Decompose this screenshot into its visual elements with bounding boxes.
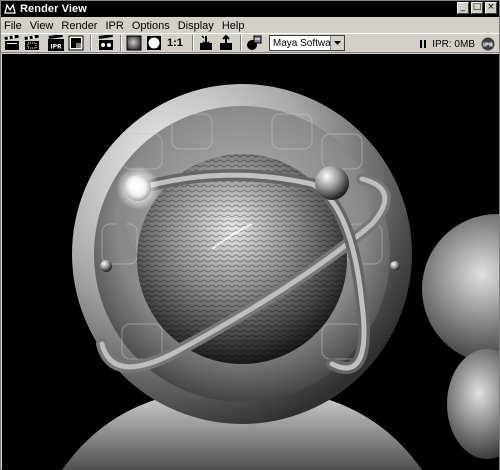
ipr-badge-label: IPR: [483, 42, 494, 48]
globals-icon: [246, 35, 262, 50]
ipr-status-area: IPR: 0MB IPR: [420, 35, 495, 53]
render-settings-button[interactable]: [97, 34, 115, 52]
toolbar-separator: [191, 35, 194, 51]
close-button[interactable]: ×: [485, 2, 497, 14]
ipr-icon-label: IPR: [50, 44, 62, 51]
menu-ipr[interactable]: IPR: [101, 20, 127, 32]
render-toolbar: IPR 1:1 Maya Software IPR: 0MB IPR: [1, 33, 499, 53]
menu-view[interactable]: View: [26, 20, 58, 32]
ipr-render-button[interactable]: IPR: [47, 34, 65, 52]
menu-bar: File View Render IPR Options Display Hel…: [1, 18, 499, 33]
rgb-channel-button[interactable]: [125, 34, 143, 52]
window-title: Render View: [20, 3, 87, 15]
maximize-button[interactable]: □: [471, 2, 483, 14]
ipr-icon: IPR: [48, 35, 64, 51]
chevron-down-icon[interactable]: [329, 36, 344, 50]
menu-file[interactable]: File: [1, 20, 26, 32]
ipr-memory-readout: IPR: 0MB: [432, 38, 475, 50]
ratio-button[interactable]: 1:1: [167, 37, 183, 49]
gray-square-icon: [126, 35, 142, 51]
ipr-badge-icon[interactable]: IPR: [481, 37, 495, 51]
clapboard-icon: [4, 35, 19, 50]
pause-icon[interactable]: [420, 40, 427, 48]
minimize-button[interactable]: _: [457, 2, 469, 14]
remove-image-icon: [219, 35, 232, 50]
settings-icon: [98, 35, 113, 50]
keep-image-icon: [199, 35, 212, 50]
toolbar-separator: [120, 35, 122, 51]
render-view-window: Render View _ □ × File View Render IPR O…: [0, 0, 500, 470]
menu-display[interactable]: Display: [174, 20, 218, 32]
snapshot-button[interactable]: [67, 34, 85, 52]
toolbar-separator: [239, 35, 242, 51]
alpha-channel-button[interactable]: [145, 34, 163, 52]
keep-image-button[interactable]: [197, 34, 215, 52]
menu-options[interactable]: Options: [128, 20, 174, 32]
clapboard-region-icon: [24, 35, 39, 50]
menu-render[interactable]: Render: [57, 20, 101, 32]
toolbar-separator: [90, 35, 92, 51]
render-region-button[interactable]: [23, 34, 41, 52]
maya-app-icon: [4, 3, 16, 14]
remove-image-button[interactable]: [217, 34, 235, 52]
snapshot-icon: [68, 35, 84, 51]
redo-render-button[interactable]: [3, 34, 21, 52]
title-bar[interactable]: Render View _ □ ×: [1, 1, 499, 17]
render-viewport[interactable]: [2, 54, 499, 470]
menu-help[interactable]: Help: [218, 20, 249, 32]
white-circle-icon: [147, 36, 161, 50]
renderer-dropdown[interactable]: Maya Software: [268, 35, 345, 51]
rendered-image: [2, 54, 499, 470]
render-globals-button[interactable]: [245, 34, 263, 52]
